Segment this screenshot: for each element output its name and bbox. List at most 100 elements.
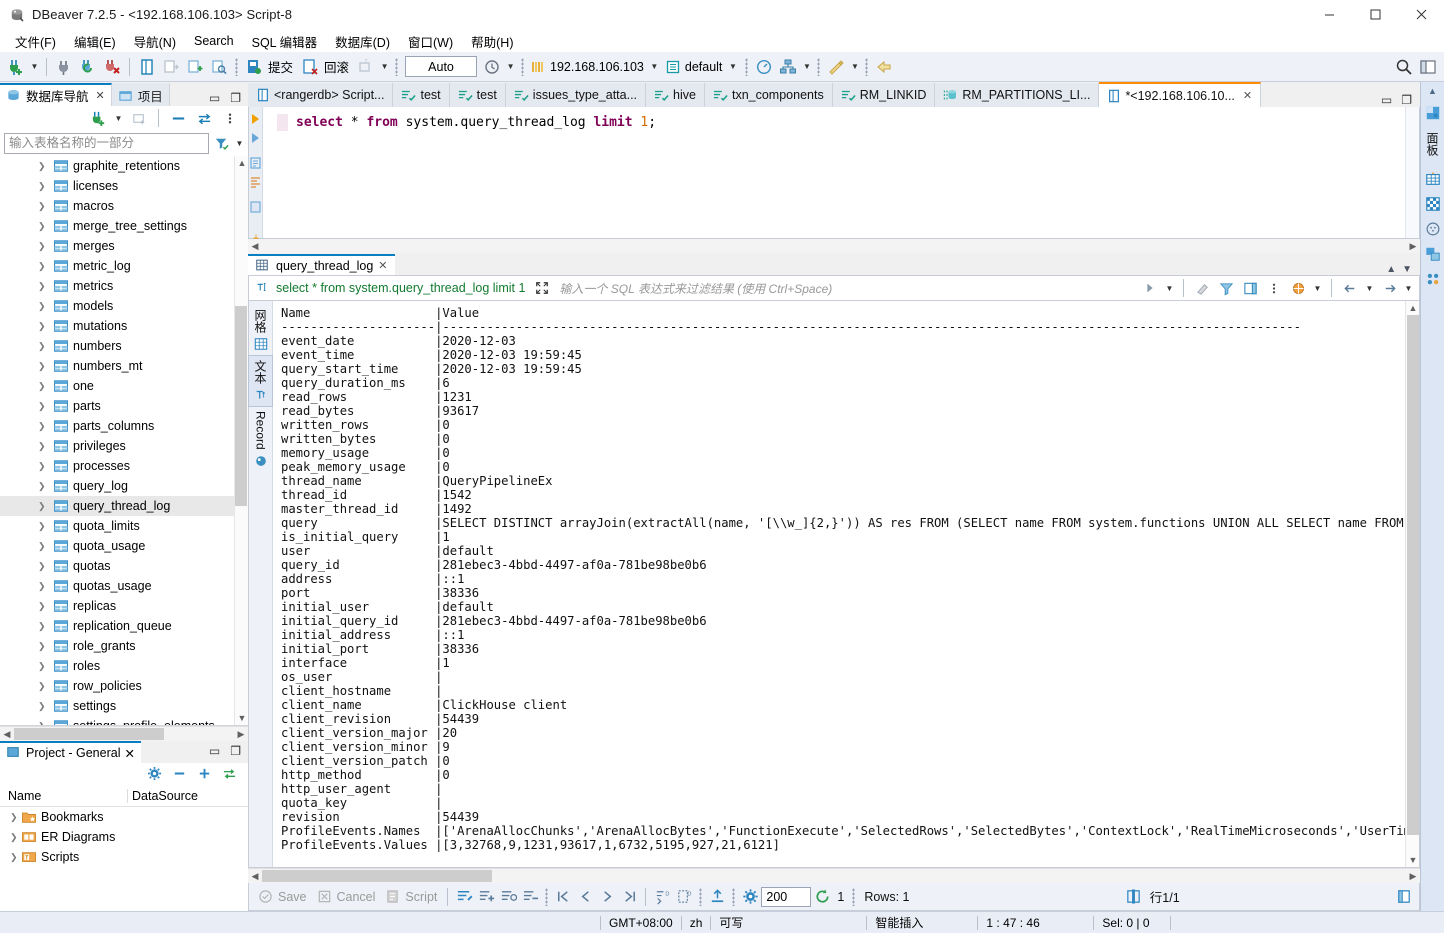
menu-search[interactable]: Search [185,32,243,50]
tree-item-quota-limits[interactable]: ❯ quota_limits [0,516,248,536]
add-row-icon[interactable] [475,886,497,908]
editor-tab-2[interactable]: test [449,83,506,107]
database-dropdown-icon[interactable]: ▼ [726,55,739,79]
chevron-right-icon[interactable]: ❯ [38,461,50,472]
chevron-right-icon[interactable]: ❯ [38,581,50,592]
commit-label[interactable]: 提交 [266,57,298,76]
chevron-right-icon[interactable]: ❯ [10,832,22,843]
fetch-all-rows-icon[interactable]: D [673,886,695,908]
tree-item-models[interactable]: ❯ models [0,296,248,316]
presentation-dropdown-icon[interactable]: ▼ [1311,276,1324,300]
chevron-right-icon[interactable]: ❯ [38,301,50,312]
active-query-text[interactable]: select * from system.query_thread_log li… [249,280,531,296]
toggle-panels-icon[interactable] [1393,886,1415,908]
minimize-panel-icon[interactable]: ▭ [209,92,220,104]
minimize-button[interactable] [1306,0,1352,30]
tree-item-quota-usage[interactable]: ❯ quota_usage [0,536,248,556]
close-icon[interactable]: ✕ [1243,89,1252,102]
minimize-panel-icon[interactable]: ▭ [209,745,220,757]
tree-item-merge-tree-settings[interactable]: ❯ merge_tree_settings [0,216,248,236]
filter-icon[interactable] [209,131,233,155]
maximize-editor-icon[interactable]: ❐ [1401,94,1412,106]
editor-tab-8[interactable]: *<192.168.106.10... ✕ [1099,82,1262,107]
chevron-down-icon[interactable]: ▼ [1402,264,1412,275]
results-grid-rail-icon[interactable] [1425,171,1441,187]
menu-database[interactable]: 数据库(D) [326,30,399,53]
view-tab-record[interactable]: Record [251,407,271,472]
active-connection-selector[interactable]: 192.168.106.103 ▼ [528,55,663,79]
filter-dropdown-icon[interactable]: ▼ [233,131,246,155]
format-sql-icon[interactable] [250,176,261,188]
link-editor-icon[interactable] [222,766,238,782]
tree-item-metric-log[interactable]: ❯ metric_log [0,256,248,276]
scroll-left-icon[interactable]: ◀ [0,729,14,740]
sql-editor[interactable]: select * from system.query_thread_log li… [248,107,1420,246]
chevron-right-icon[interactable]: ❯ [38,561,50,572]
close-icon[interactable]: ✕ [124,746,134,761]
tree-item-metrics[interactable]: ❯ metrics [0,276,248,296]
maximize-button[interactable] [1352,0,1398,30]
commit-icon[interactable] [242,55,266,79]
tree-item-parts-columns[interactable]: ❯ parts_columns [0,416,248,436]
data-transfer-dropdown-icon[interactable]: ▼ [848,55,861,79]
tree-item-replication-queue[interactable]: ❯ replication_queue [0,616,248,636]
rollback-icon[interactable] [298,55,322,79]
link-editor-icon[interactable] [192,106,216,130]
chevron-right-icon[interactable]: ❯ [38,201,50,212]
auto-commit-select[interactable]: Auto [405,56,478,77]
chevron-right-icon[interactable]: ❯ [38,681,50,692]
chevron-right-icon[interactable]: ❯ [38,361,50,372]
tree-item-query-log[interactable]: ❯ query_log [0,476,248,496]
cancel-button[interactable]: Cancel [312,889,381,905]
transaction-log-dropdown-icon[interactable]: ▼ [504,55,517,79]
sql-horizontal-scrollbar[interactable]: ◀ ▶ [248,239,1420,253]
delete-row-icon[interactable] [519,886,541,908]
results-settings-icon[interactable] [739,886,761,908]
chevron-right-icon[interactable]: ❯ [38,541,50,552]
view-tab-grid[interactable]: 网格 [249,305,272,355]
editor-tab-4[interactable]: hive [646,83,705,107]
scroll-up-icon[interactable]: ▲ [1406,301,1420,315]
navigator-filter-input[interactable]: 输入表格名称的一部分 [4,132,209,154]
menu-navigate[interactable]: 导航(N) [125,30,185,53]
menu-file[interactable]: 文件(F) [6,30,65,53]
chevron-up-icon[interactable]: ▲ [1386,264,1396,275]
editor-tab-1[interactable]: test [393,83,450,107]
editor-tab-3[interactable]: issues_type_atta... [505,83,647,107]
column-name[interactable]: Name [0,788,128,803]
scroll-left-icon[interactable]: ◀ [248,871,262,882]
results-vscroll-thumb[interactable] [1407,315,1419,835]
chevron-right-icon[interactable]: ❯ [38,421,50,432]
chevron-right-icon[interactable]: ❯ [38,601,50,612]
close-icon[interactable]: ✕ [96,89,105,102]
navigator-horizontal-scrollbar[interactable]: ◀ ▶ [0,726,248,741]
first-row-icon[interactable] [552,886,574,908]
tree-item-one[interactable]: ❯ one [0,376,248,396]
dashboard-icon[interactable] [752,55,776,79]
tree-item-roles[interactable]: ❯ roles [0,656,248,676]
tree-item-graphite-retentions[interactable]: ❯ graphite_retentions [0,156,248,176]
chevron-right-icon[interactable]: ❯ [38,721,50,726]
refresh-connection-icon[interactable] [76,55,100,79]
editor-tab-5[interactable]: txn_components [704,83,833,107]
new-sql-editor-icon[interactable] [159,55,183,79]
collapse-all-icon[interactable] [166,106,190,130]
tab-database-navigator[interactable]: 数据库导航 ✕ [0,83,112,106]
minimize-editor-icon[interactable]: ▭ [1381,94,1392,106]
chevron-right-icon[interactable]: ❯ [38,401,50,412]
scroll-right-icon[interactable]: ▶ [1406,241,1420,252]
tree-item-licenses[interactable]: ❯ licenses [0,176,248,196]
chevron-right-icon[interactable]: ❯ [38,521,50,532]
view-tab-text[interactable]: 文本 [248,355,273,407]
chevron-right-icon[interactable]: ❯ [38,641,50,652]
execute-script-icon[interactable] [250,132,261,144]
scroll-left-icon[interactable]: ◀ [248,241,262,252]
rollback-label[interactable]: 回滚 [322,57,354,76]
new-sql-script-icon[interactable] [183,55,207,79]
transpose-grid-icon[interactable] [1425,196,1441,212]
tree-item-replicas[interactable]: ❯ replicas [0,596,248,616]
tab-projects[interactable]: 项目 [111,83,170,106]
navigator-vertical-scrollbar[interactable]: ▲ ▼ [234,156,248,725]
menu-edit[interactable]: 编辑(E) [65,30,125,53]
tree-item-role-grants[interactable]: ❯ role_grants [0,636,248,656]
